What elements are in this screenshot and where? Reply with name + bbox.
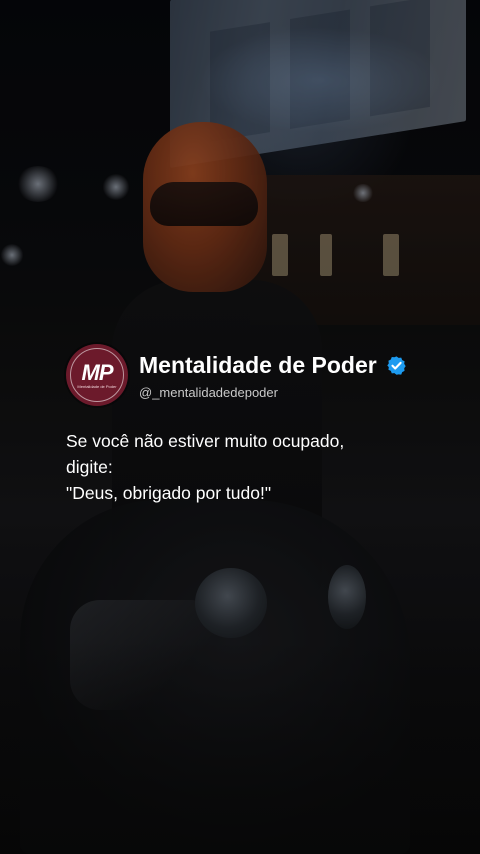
avatar-monogram: MP xyxy=(81,360,114,385)
quote-line: Se você não estiver muito ocupado, xyxy=(66,431,345,451)
story-frame: MP Mentalidade de Poder Mentalidade de P… xyxy=(0,0,480,854)
quote-text: Se você não estiver muito ocupado, digit… xyxy=(66,428,426,506)
verified-badge-icon xyxy=(386,355,407,376)
author-handle[interactable]: @_mentalidadedepoder xyxy=(139,385,278,400)
avatar-subtext: Mentalidade de Poder xyxy=(77,384,117,389)
quote-line: digite: xyxy=(66,457,113,477)
dark-overlay xyxy=(0,0,480,854)
avatar[interactable]: MP Mentalidade de Poder xyxy=(66,344,128,406)
author-name[interactable]: Mentalidade de Poder xyxy=(139,352,377,379)
author-row: Mentalidade de Poder xyxy=(139,352,407,379)
quote-line: "Deus, obrigado por tudo!" xyxy=(66,483,272,503)
